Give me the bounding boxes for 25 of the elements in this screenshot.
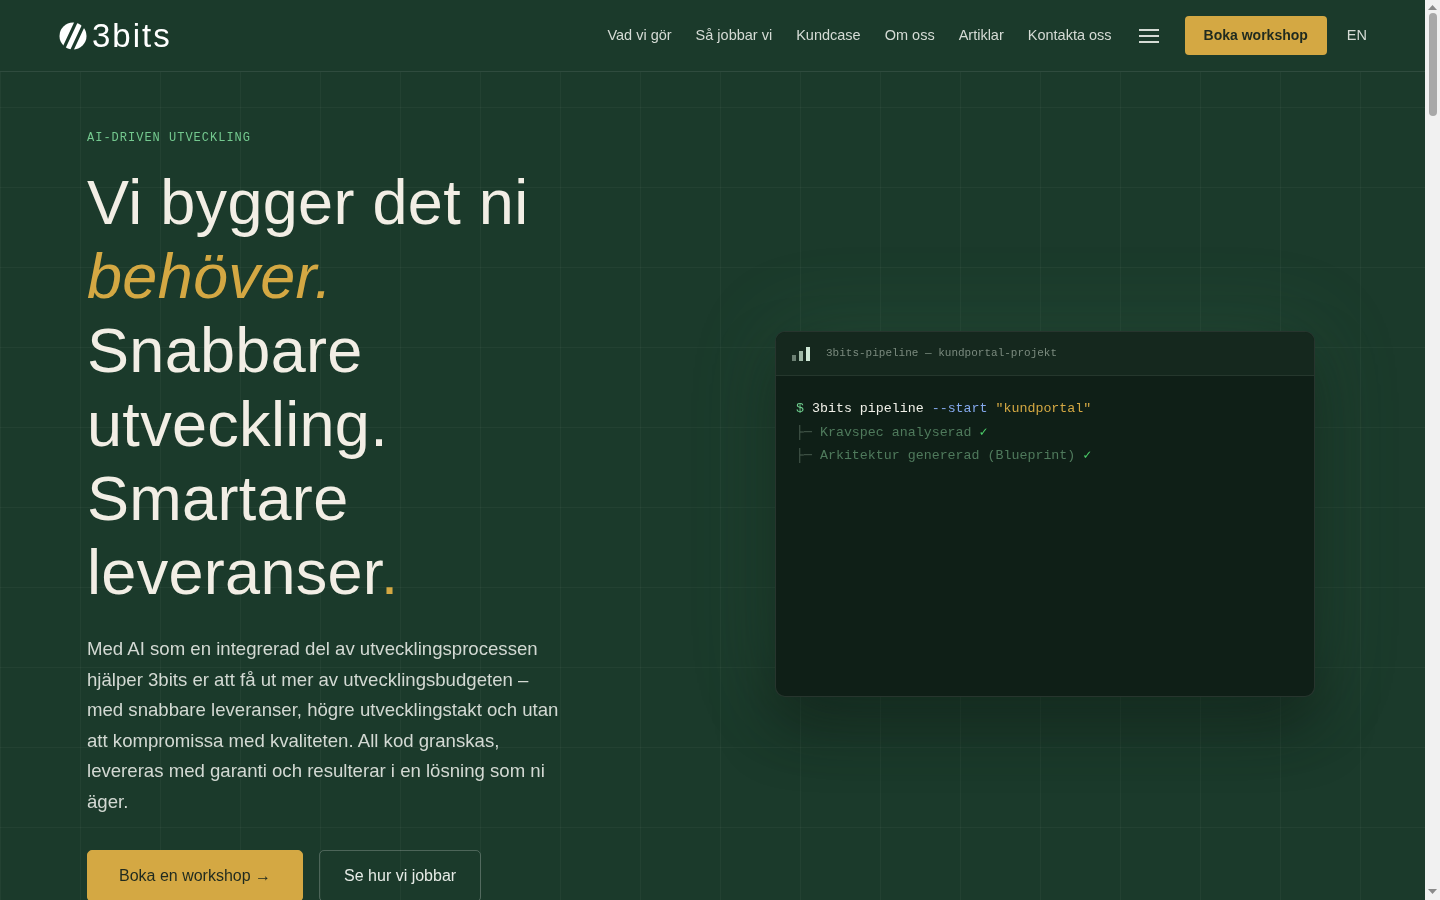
logo-link[interactable]: 3bits [58, 19, 172, 52]
scroll-down-arrow-icon[interactable] [1428, 889, 1437, 894]
bar-chart-icon [792, 346, 810, 361]
workshop-button[interactable]: Boka workshop [1184, 16, 1327, 55]
terminal-line: ├─ Kravspec analyserad ✓ [796, 423, 989, 442]
menu-icon[interactable] [1138, 28, 1159, 43]
nav-link[interactable]: Kundcase [796, 24, 861, 47]
nav-link[interactable]: Om oss [884, 24, 935, 47]
terminal-title: 3bits-pipeline — kundportal-projekt [826, 346, 1058, 362]
scrollbar-thumb[interactable] [1428, 13, 1437, 116]
eyebrow-label: AI-DRIVEN UTVECKLING [87, 130, 253, 147]
how-we-work-button[interactable]: Se hur vi jobbar [319, 850, 482, 900]
scroll-up-arrow-icon[interactable] [1428, 5, 1437, 10]
nav-link[interactable]: Artiklar [958, 24, 1004, 47]
workshop-button[interactable]: Boka en workshop → [87, 850, 304, 900]
headline: Vi bygger det ni behöver. Snabbare utveckling. Smartare leveranser. [87, 166, 530, 609]
logo-icon [58, 21, 88, 50]
language-link[interactable]: EN [1346, 24, 1367, 47]
nav-link[interactable]: Vad vi gör [607, 24, 672, 47]
scrollbar[interactable] [1425, 0, 1440, 900]
terminal-line: ├─ Arkitektur genererad (Blueprint) ✓ [796, 447, 1093, 466]
nav-link[interactable]: Kontakta oss [1027, 24, 1112, 47]
nav-link[interactable]: Så jobbar vi [695, 24, 773, 47]
terminal-line: $ 3bits pipeline --start "kundportal" [796, 400, 1093, 418]
hero-description: Med AI som en integrerad del av utvecklingsprocessen hjälper 3bits er att få ut mer av utvecklingsbudgeten – med snabbare leveranser, högre utvecklingstakt och utan att kompromissa med kvaliteten. All kod granskas, levereras med garanti och resulterar i en lösning som ni äger. [87, 637, 560, 814]
